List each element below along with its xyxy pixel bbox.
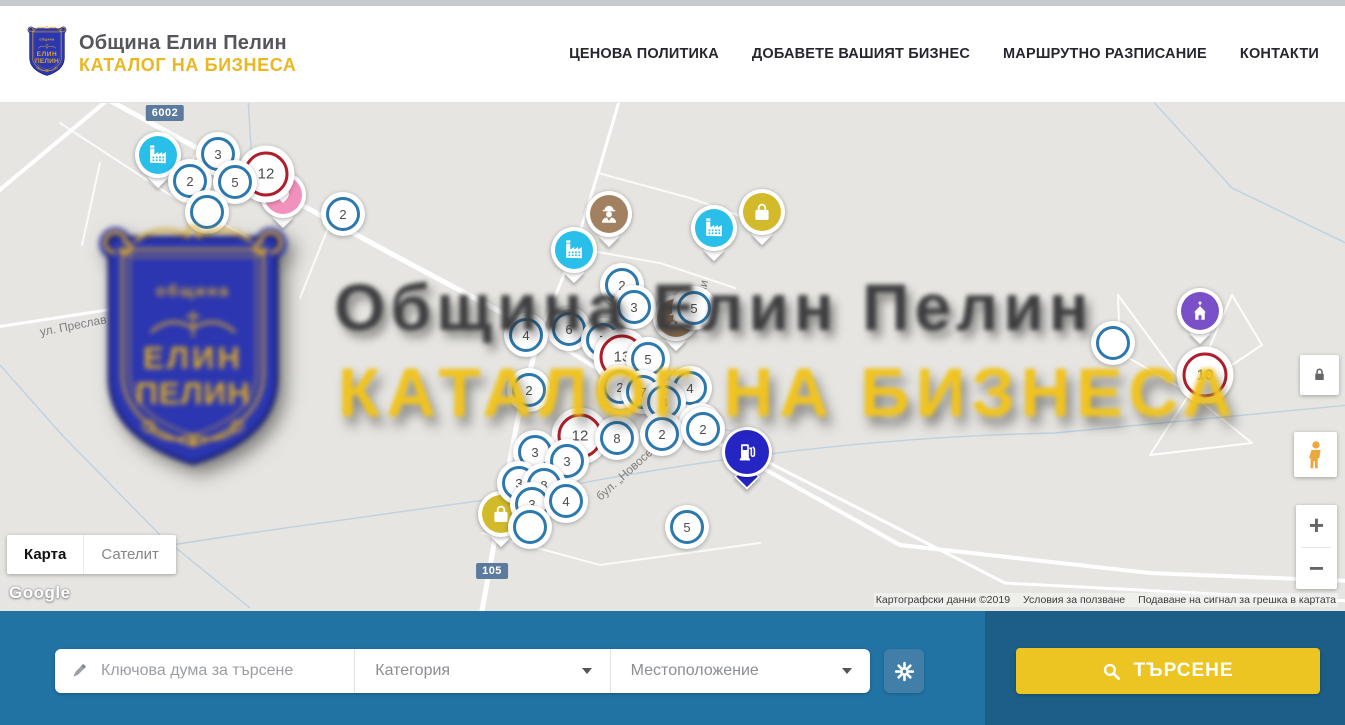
cluster-count: 4 [686,381,693,396]
attribution-link[interactable]: Условия за ползване [1023,594,1125,606]
cluster-count: 3 [214,147,221,162]
cluster-count: 4 [522,328,529,343]
cluster-count: 2 [186,174,193,189]
pencil-icon [69,661,89,681]
pin-disc [1177,288,1223,334]
keyword-field [55,649,354,693]
cluster-marker[interactable]: 2 [681,407,725,451]
cluster-count: 5 [690,301,697,316]
search-icon [1102,662,1121,681]
search-bar: Категория Местоположение [0,611,1345,725]
page: община ЕЛИНПЕЛИН Община Елин Пелин КАТАЛО… [0,0,1345,725]
cluster-count: 5 [231,175,238,190]
nav-item[interactable]: МАРШРУТНО РАЗПИСАНИЕ [1003,46,1207,62]
pin-marker-factory[interactable] [691,205,737,251]
road-number-badge: 105 [476,563,508,579]
pin-disc [722,427,772,477]
cluster-marker[interactable]: 3 [612,285,656,329]
cluster-count: 4 [562,494,569,509]
search-fields: Категория Местоположение [55,649,870,693]
pegman-icon [1305,440,1327,470]
cluster-count: 3 [531,445,538,460]
main-nav: ЦЕНОВА ПОЛИТИКА ДОБАВЕТЕ ВАШИЯТ БИЗНЕС МАР… [569,46,1319,62]
attribution-text: Картографски данни ©2019 [876,594,1010,606]
nav-item[interactable]: КОНТАКТИ [1240,46,1319,62]
cluster-marker[interactable]: 2 [321,192,365,236]
cluster-count: 10 [1197,367,1214,384]
svg-text:ЕЛИН: ЕЛИН [37,51,58,58]
road-number-badge: 6002 [146,105,184,121]
factory-icon [695,209,733,247]
nav-item[interactable]: ЦЕНОВА ПОЛИТИКА [569,46,719,62]
site-logo[interactable]: община ЕЛИНПЕЛИН Община Елин Пелин КАТАЛО… [24,24,297,84]
site-subtitle: КАТАЛОГ НА БИЗНЕСА [79,55,297,76]
cluster-marker[interactable]: 5 [672,286,716,330]
municipality-crest-logo: община ЕЛИНПЕЛИН [24,24,70,84]
category-select[interactable]: Категория [354,649,609,693]
zoom-control: + − [1296,505,1337,589]
bag-icon [743,193,781,231]
pin-disc [691,205,737,251]
cluster-count: 3 [630,300,637,315]
cluster-count: 5 [644,352,651,367]
header: община ЕЛИНПЕЛИН Община Елин Пелин КАТАЛО… [0,6,1345,103]
church-icon [1181,292,1219,330]
cluster-marker[interactable]: 2 [507,368,551,412]
location-select[interactable]: Местоположение [610,649,870,693]
svg-text:ПЕЛИН: ПЕЛИН [35,58,59,65]
cluster-marker[interactable]: 2 [640,412,684,456]
google-logo[interactable]: Google [9,583,71,603]
pin-disc [551,227,597,273]
location-select-value: Местоположение [631,662,759,680]
cluster-marker[interactable]: 10 [1177,347,1234,404]
pin-marker-fuel[interactable] [722,427,772,477]
cluster-marker[interactable]: 4 [504,313,548,357]
cluster-count: 6 [565,322,572,337]
cluster-count: 2 [339,207,346,222]
chevron-down-icon [842,668,852,674]
factory-icon [555,231,593,269]
cluster-marker[interactable] [508,505,552,549]
map-canvas[interactable]: 6002105ул. Преславбул. „Новоселци“ции 12… [0,103,1345,611]
map-type-satellite-button[interactable]: Сателит [83,535,176,574]
cluster-count: 2 [525,383,532,398]
pegman-button[interactable] [1294,432,1337,477]
category-select-value: Категория [375,662,450,680]
lock-icon [1311,366,1328,384]
cluster-count: 8 [660,395,667,410]
pin-marker-bag[interactable] [739,189,785,235]
advanced-search-button[interactable] [884,649,924,693]
cluster-count: 3 [563,454,570,469]
cluster-count: 2 [658,427,665,442]
pin-marker-factory[interactable] [551,227,597,273]
keyword-search-input[interactable] [99,661,354,681]
cluster-marker[interactable]: 5 [665,505,709,549]
cluster-count: 8 [613,431,620,446]
cluster-marker[interactable]: 4 [544,479,588,523]
pin-marker-church[interactable] [1177,288,1223,334]
zoom-in-button[interactable]: + [1296,505,1337,547]
fuel-icon [725,430,769,474]
cluster-count: 12 [258,166,275,183]
map-lock-button[interactable] [1300,355,1339,395]
map-type-control: Карта Сателит [7,535,176,574]
cluster-marker[interactable] [1091,321,1135,365]
map-attribution: Картографски данни ©2019 Условия за ползв… [874,593,1338,607]
pin-disc [739,189,785,235]
gear-icon [894,661,915,682]
attribution-link[interactable]: Подаване на сигнал за грешка в картата [1138,594,1336,606]
svg-text:община: община [39,38,54,42]
cluster-marker[interactable]: 8 [595,416,639,460]
cluster-count: 5 [683,520,690,535]
search-button[interactable]: ТЪРСЕНЕ [1016,648,1320,694]
zoom-out-button[interactable]: − [1296,548,1337,590]
chevron-down-icon [582,668,592,674]
nav-item[interactable]: ДОБАВЕТЕ ВАШИЯТ БИЗНЕС [752,46,970,62]
map-type-map-button[interactable]: Карта [7,535,83,574]
search-button-label: ТЪРСЕНЕ [1133,660,1233,682]
site-title: Община Елин Пелин [79,32,297,55]
cluster-marker[interactable] [185,190,229,234]
cluster-count: 2 [699,422,706,437]
